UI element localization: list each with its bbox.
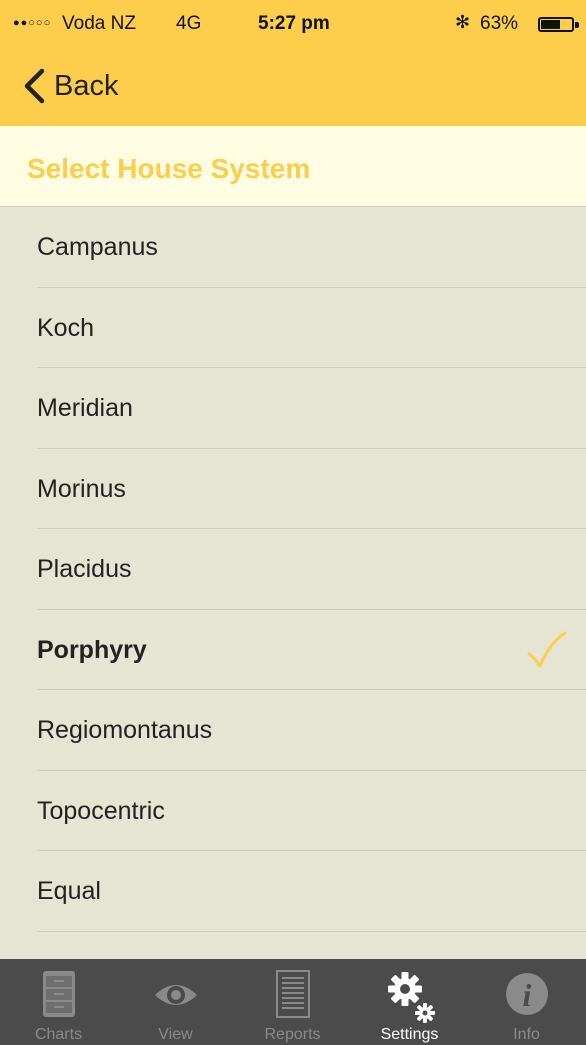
status-time: 5:27 pm [258,13,330,34]
list-item-house-system[interactable]: Placidus [0,529,586,610]
list-item-house-system[interactable]: Morinus [0,449,586,530]
section-title: Select House System [27,153,311,184]
chevron-left-icon [24,68,45,104]
tab-bar: Charts View Reports Settings i Info [0,959,586,1045]
battery-icon [538,17,574,32]
list-item-label: Meridian [37,394,133,422]
tab-label: View [158,1026,193,1043]
tab-label: Info [513,1026,540,1043]
svg-text:i: i [522,977,531,1013]
eye-icon [154,985,197,1005]
tab-label: Reports [264,1026,321,1043]
tab-settings[interactable]: Settings [351,959,468,1045]
list-item-house-system[interactable]: Regiomontanus [0,690,586,771]
status-bar: ●●○○○ Voda NZ 4G 5:27 pm ✻ 63% [0,0,586,46]
list-item-label: Placidus [37,555,132,583]
list-item-house-system[interactable]: Meridian [0,368,586,449]
list-item-label: Topocentric [37,796,165,825]
back-button[interactable]: Back [22,64,118,108]
network-type: 4G [176,13,202,34]
battery-percent: 63% [480,13,519,34]
list-item-label: Campanus [37,233,158,261]
list-item-label: Equal [37,877,101,905]
tab-charts[interactable]: Charts [0,959,117,1045]
section-header: Select House System [0,126,586,207]
list-item-house-system[interactable]: Koch [0,288,586,369]
gears-icon [387,972,435,1023]
navigation-bar: Back [0,46,586,126]
list-item-house-system-selected[interactable]: Porphyry [0,610,586,691]
bluetooth-icon: ✻ [455,12,471,32]
info-icon: i [505,973,548,1015]
tab-view[interactable]: View [117,959,234,1045]
list-item-label: Regiomontanus [37,716,213,744]
tab-label: Charts [34,1026,83,1043]
checkmark-icon [527,631,567,667]
back-label: Back [54,69,119,102]
battery-fill [541,20,560,29]
carrier-name: Voda NZ [62,13,136,34]
battery-tip [575,22,579,28]
list-item-label: Koch [37,313,94,342]
tab-label: Settings [380,1026,439,1043]
list-item-house-system[interactable]: Topocentric [0,771,586,852]
tab-info[interactable]: i Info [468,959,585,1045]
list-item-house-system[interactable]: Equal [0,851,586,932]
signal-strength: ●●○○○ [13,17,52,29]
tab-reports[interactable]: Reports [234,959,351,1045]
list-item-label: Porphyry [37,635,147,664]
list-item-label: Morinus [37,474,126,503]
house-system-list: Campanus Koch Meridian Morinus Placidus … [0,207,586,932]
document-icon [275,970,310,1018]
file-cabinet-icon [42,971,75,1017]
list-item-house-system[interactable]: Campanus [0,207,586,288]
